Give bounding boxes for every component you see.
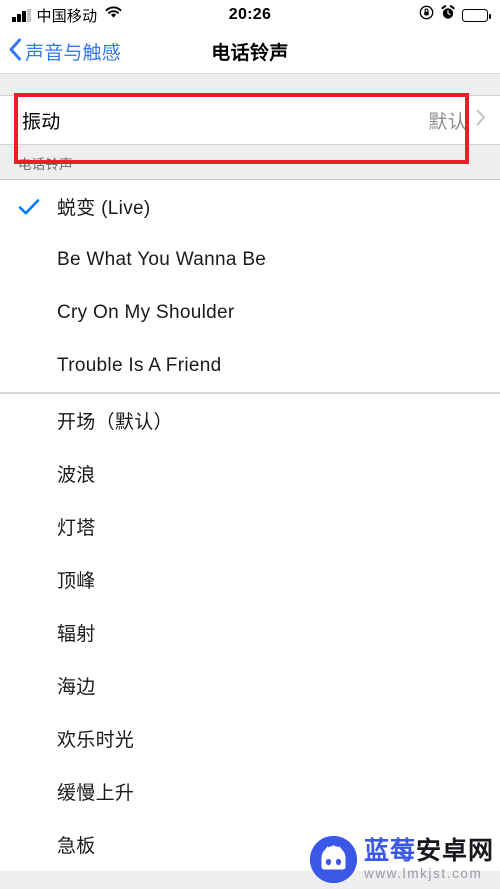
ringtone-label: 蜕变 (Live) — [57, 198, 151, 219]
status-bar: 中国移动 20:26 — [0, 0, 500, 30]
ringtone-row[interactable]: 急板 — [0, 818, 500, 871]
back-button[interactable]: 声音与触感 — [0, 38, 121, 66]
ringtone-label: 缓慢上升 — [57, 783, 135, 804]
ringtone-row[interactable]: 欢乐时光 — [0, 712, 500, 765]
ringtone-list-custom: 蜕变 (Live) Be What You Wanna Be Cry On My S… — [0, 179, 500, 392]
status-bar-right — [419, 5, 491, 25]
ringtone-label: Be What You Wanna Be — [57, 248, 267, 270]
vibration-value-container: 默认 — [428, 107, 486, 134]
ringtone-label: 灯塔 — [57, 518, 96, 539]
navigation-bar: 声音与触感 电话铃声 — [0, 30, 500, 74]
ringtone-list-system: 开场（默认） 波浪灯塔顶峰辐射海边欢乐时光缓慢上升急板 — [0, 392, 500, 871]
ringtone-row[interactable]: 灯塔 — [0, 500, 500, 553]
ringtone-label: Trouble Is A Friend — [57, 354, 222, 376]
wifi-icon — [105, 6, 122, 24]
ringtone-row[interactable]: Trouble Is A Friend — [0, 339, 500, 392]
ringtone-label: 海边 — [57, 677, 96, 698]
chevron-right-icon — [476, 109, 486, 131]
carrier-name: 中国移动 — [36, 7, 98, 25]
ringtone-label: 顶峰 — [57, 571, 96, 592]
vibration-group: 振动 默认 — [0, 95, 500, 145]
ringtone-row[interactable]: 缓慢上升 — [0, 765, 500, 818]
vibration-row[interactable]: 振动 默认 — [0, 96, 500, 144]
ringtone-row[interactable]: Be What You Wanna Be — [0, 233, 500, 286]
settings-content: 振动 默认 电话铃声 蜕变 (Live) Be What You Wanna Be… — [0, 74, 500, 889]
vibration-label: 振动 — [22, 111, 61, 133]
section-header-ringtones: 电话铃声 — [0, 145, 500, 179]
status-bar-left: 中国移动 — [12, 5, 122, 26]
ringtone-row[interactable]: 蜕变 (Live) — [0, 180, 500, 233]
ringtone-label: 急板 — [57, 836, 96, 857]
ringtone-row[interactable]: 开场（默认） — [0, 394, 500, 447]
rotation-lock-icon — [419, 5, 434, 25]
iphone-screen: 中国移动 20:26 声音与触感 电话铃声 振动 默认 电话铃声 蜕变 (Liv… — [0, 0, 500, 889]
ringtone-row[interactable]: 顶峰 — [0, 553, 500, 606]
ringtone-label: Cry On My Shoulder — [57, 301, 235, 323]
ringtone-label: 开场（默认） — [57, 412, 173, 433]
ringtone-label: 欢乐时光 — [57, 730, 135, 751]
section-header-label: 电话铃声 — [18, 157, 73, 172]
chevron-left-icon — [8, 38, 22, 66]
top-spacer — [0, 74, 500, 95]
battery-full-icon — [462, 8, 491, 22]
vibration-value: 默认 — [428, 111, 467, 133]
ringtone-row[interactable]: Cry On My Shoulder — [0, 286, 500, 339]
checkmark-icon — [0, 198, 57, 216]
back-button-label: 声音与触感 — [25, 43, 122, 64]
cellular-signal-icon — [12, 8, 31, 22]
ringtone-label: 辐射 — [57, 624, 96, 645]
ringtone-label: 波浪 — [57, 465, 96, 486]
ringtone-row[interactable]: 辐射 — [0, 606, 500, 659]
alarm-clock-icon — [441, 5, 455, 25]
ringtone-row[interactable]: 海边 — [0, 659, 500, 712]
ringtone-row[interactable]: 波浪 — [0, 447, 500, 500]
